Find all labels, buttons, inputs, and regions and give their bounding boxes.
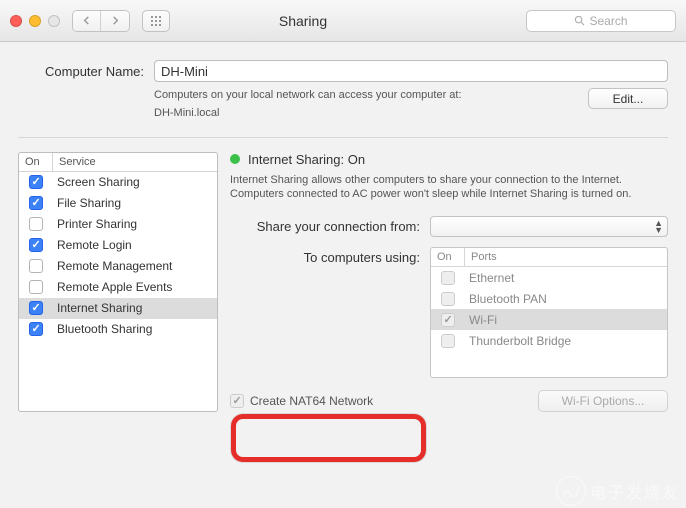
status-title: Internet Sharing: On [248, 152, 365, 167]
status-description: Internet Sharing allows other computers … [230, 173, 668, 203]
window-title: Sharing [88, 13, 518, 29]
service-row-printer-sharing[interactable]: Printer Sharing [19, 214, 217, 235]
computer-name-row: Computer Name: DH-Mini Computers on your… [18, 60, 668, 125]
popup-arrows-icon: ▲▼ [654, 220, 663, 233]
port-row-wi-fi[interactable]: Wi-Fi [431, 309, 667, 330]
status-row: Internet Sharing: On [230, 152, 668, 167]
computer-name-value: DH-Mini [161, 64, 208, 79]
service-checkbox[interactable] [29, 196, 43, 210]
service-checkbox[interactable] [29, 301, 43, 315]
service-label: Remote Management [53, 259, 217, 273]
port-label: Ethernet [465, 271, 667, 285]
main-content-row: On Service Screen Sharing File Sharing Pri… [18, 152, 668, 413]
service-checkbox[interactable] [29, 217, 43, 231]
nat64-checkbox[interactable] [230, 394, 244, 408]
service-label: Screen Sharing [53, 175, 217, 189]
service-checkbox[interactable] [29, 280, 43, 294]
service-row-remote-login[interactable]: Remote Login [19, 235, 217, 256]
service-row-screen-sharing[interactable]: Screen Sharing [19, 172, 217, 193]
port-label: Bluetooth PAN [465, 292, 667, 306]
service-checkbox[interactable] [29, 259, 43, 273]
service-label: Remote Login [53, 238, 217, 252]
services-col-on: On [19, 153, 53, 171]
nat64-label: Create NAT64 Network [250, 394, 373, 408]
port-row-bluetooth-pan[interactable]: Bluetooth PAN [431, 288, 667, 309]
to-computers-label: To computers using: [230, 247, 430, 265]
window-traffic-lights [10, 15, 60, 27]
service-checkbox[interactable] [29, 238, 43, 252]
ports-header: On Ports [431, 248, 667, 267]
search-placeholder: Search [589, 14, 627, 28]
service-checkbox[interactable] [29, 175, 43, 189]
services-body: Screen Sharing File Sharing Printer Sharin… [19, 172, 217, 340]
services-header: On Service [19, 153, 217, 172]
to-computers-row: To computers using: On Ports Ethernet Blu… [230, 247, 668, 378]
computer-name-label: Computer Name: [18, 60, 154, 79]
search-input[interactable]: Search [526, 10, 676, 32]
service-checkbox[interactable] [29, 322, 43, 336]
ports-table: On Ports Ethernet Bluetooth PAN Wi-Fi Thund… [430, 247, 668, 378]
port-checkbox[interactable] [441, 334, 455, 348]
service-label: Bluetooth Sharing [53, 322, 217, 336]
edit-hostname-button[interactable]: Edit... [588, 88, 668, 109]
service-row-remote-management[interactable]: Remote Management [19, 256, 217, 277]
ports-col-ports: Ports [465, 248, 667, 266]
port-checkbox[interactable] [441, 292, 455, 306]
port-row-ethernet[interactable]: Ethernet [431, 267, 667, 288]
search-icon [574, 15, 585, 26]
service-label: Printer Sharing [53, 217, 217, 231]
service-label: Remote Apple Events [53, 280, 217, 294]
port-checkbox[interactable] [441, 313, 455, 327]
detail-bottom-row: Create NAT64 Network Wi-Fi Options... [230, 390, 668, 412]
service-label: File Sharing [53, 196, 217, 210]
service-row-remote-apple-events[interactable]: Remote Apple Events [19, 277, 217, 298]
wifi-options-button[interactable]: Wi-Fi Options... [538, 390, 668, 412]
port-label: Thunderbolt Bridge [465, 334, 667, 348]
watermark-text: 电子发烧友 [590, 479, 680, 503]
titlebar: Sharing Search [0, 0, 686, 42]
watermark-logo-icon [556, 476, 586, 506]
divider [18, 137, 668, 138]
hostname-help-line1: Computers on your local network can acce… [154, 88, 578, 102]
port-checkbox[interactable] [441, 271, 455, 285]
prefpane-body: Computer Name: DH-Mini Computers on your… [0, 42, 686, 508]
port-label: Wi-Fi [465, 313, 667, 327]
hostname-help-line2: DH-Mini.local [154, 106, 578, 120]
nat64-checkbox-row[interactable]: Create NAT64 Network [230, 394, 373, 408]
computer-name-field[interactable]: DH-Mini [154, 60, 668, 82]
services-table: On Service Screen Sharing File Sharing Pri… [18, 152, 218, 413]
minimize-icon[interactable] [29, 15, 41, 27]
service-row-internet-sharing[interactable]: Internet Sharing [19, 298, 217, 319]
service-row-bluetooth-sharing[interactable]: Bluetooth Sharing [19, 319, 217, 340]
port-row-thunderbolt-bridge[interactable]: Thunderbolt Bridge [431, 330, 667, 351]
zoom-icon[interactable] [48, 15, 60, 27]
status-dot-icon [230, 154, 240, 164]
share-from-popup[interactable]: ▲▼ [430, 216, 668, 237]
close-icon[interactable] [10, 15, 22, 27]
watermark: 电子发烧友 [556, 476, 680, 506]
services-col-service: Service [53, 153, 217, 171]
ports-col-on: On [431, 248, 465, 266]
ports-body: Ethernet Bluetooth PAN Wi-Fi Thunderbolt Br… [431, 267, 667, 377]
service-row-file-sharing[interactable]: File Sharing [19, 193, 217, 214]
service-label: Internet Sharing [53, 301, 217, 315]
detail-panel: Internet Sharing: On Internet Sharing al… [230, 152, 668, 413]
share-from-row: Share your connection from: ▲▼ [230, 216, 668, 237]
share-from-label: Share your connection from: [230, 219, 430, 234]
